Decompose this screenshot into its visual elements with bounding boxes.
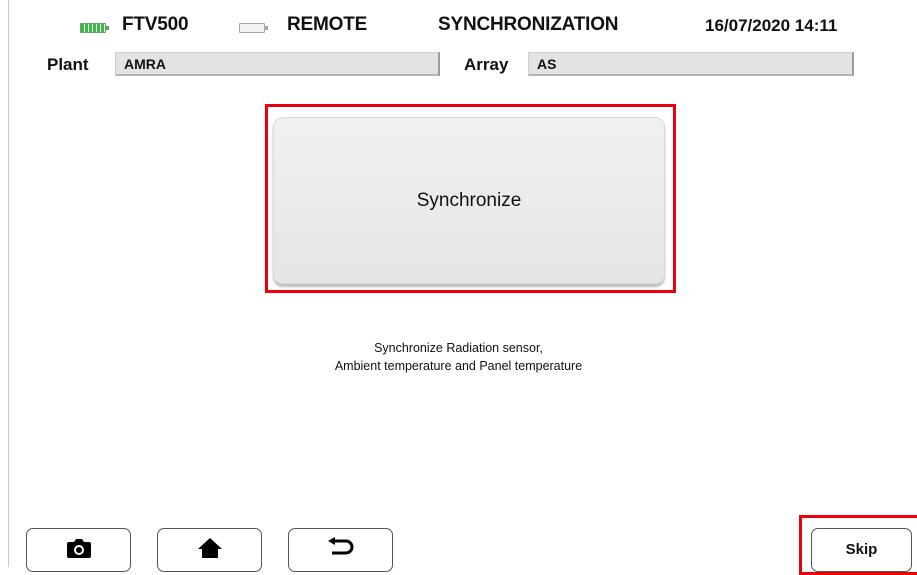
- battery-full-icon: [80, 23, 109, 33]
- home-icon: [197, 538, 222, 558]
- description-line-1: Synchronize Radiation sensor,: [374, 341, 543, 355]
- device-name: FTV500: [122, 14, 189, 35]
- description-line-2: Ambient temperature and Panel temperatur…: [334, 359, 583, 373]
- plant-label: Plant: [47, 55, 89, 74]
- status-bar: FTV500 REMOTE SYNCHRONIZATION 16/07/2020…: [0, 0, 917, 44]
- skip-button[interactable]: Skip: [811, 528, 912, 572]
- home-button[interactable]: [157, 528, 262, 572]
- battery-empty-icon: [239, 23, 268, 33]
- mode-title: SYNCHRONIZATION: [438, 14, 619, 35]
- camera-button[interactable]: [26, 528, 131, 572]
- camera-icon: [66, 539, 91, 558]
- datetime: 16/07/2020 14:11: [705, 16, 838, 35]
- synchronize-button[interactable]: Synchronize: [273, 117, 665, 284]
- plant-field[interactable]: AMRA: [115, 52, 440, 76]
- array-field[interactable]: AS: [528, 52, 854, 76]
- back-button[interactable]: [288, 528, 393, 572]
- array-label: Array: [464, 55, 509, 74]
- remote-label: REMOTE: [287, 14, 368, 35]
- back-arrow-icon: [327, 537, 353, 555]
